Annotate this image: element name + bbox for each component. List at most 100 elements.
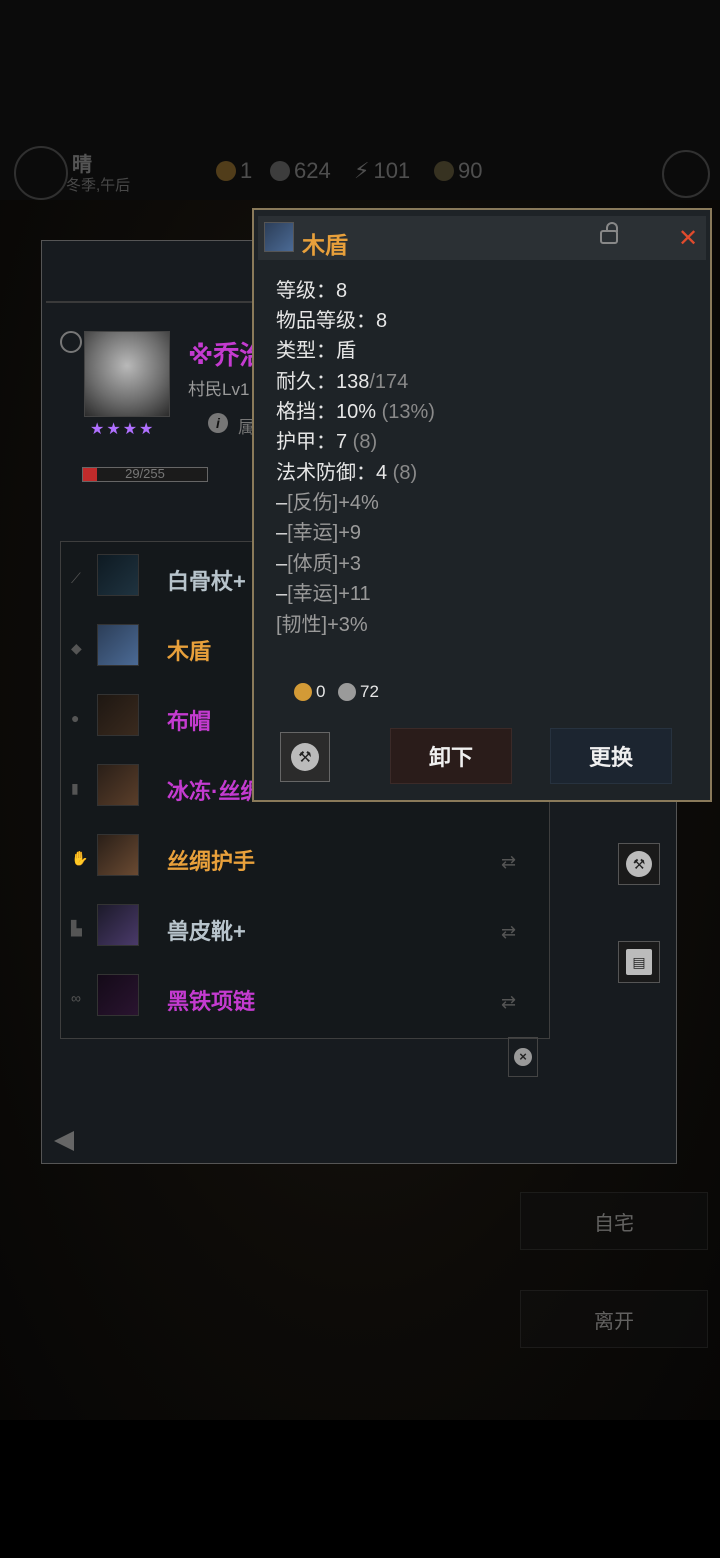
- hat-item-icon: [97, 694, 139, 736]
- season-time-label: 冬季,午后: [66, 177, 131, 194]
- wrench-icon: ⚒: [626, 851, 652, 877]
- equipment-name: 木盾: [167, 639, 212, 664]
- armor-slot-icon: ▮: [71, 780, 79, 796]
- food-amount: 90: [458, 158, 483, 183]
- necklace-item-icon: [97, 974, 139, 1016]
- equipment-name: 丝绸护手: [167, 849, 256, 874]
- repair-button[interactable]: ⚒: [618, 843, 660, 885]
- armor-item-icon: [97, 764, 139, 806]
- stat-label: 法术防御：: [276, 462, 376, 484]
- gold-coin-icon: [294, 683, 312, 701]
- character-stars: ★★★★: [90, 421, 156, 438]
- boots-slot-icon: ▙: [71, 920, 82, 936]
- boots-item-icon: [97, 904, 139, 946]
- stat-line: 等级：8: [276, 274, 347, 303]
- refresh-icon[interactable]: [60, 331, 82, 353]
- stat-line: 格挡：10% (13%): [276, 395, 435, 424]
- lightning-icon: ⚡: [354, 158, 370, 183]
- equipment-row[interactable]: ∞ 黑铁项链 ⇄: [61, 968, 549, 1028]
- stat-value: 10%: [336, 401, 377, 423]
- gloves-item-icon: [97, 834, 139, 876]
- game-screen: 晴 冬季,午后 1 624 ⚡ 101 90 自宅 离开 ★★★★ ※乔治 村民…: [0, 0, 720, 1558]
- stat-line: 物品等级：8: [276, 304, 387, 333]
- stat-value: 4: [376, 462, 388, 484]
- stat-value: 7: [336, 431, 348, 453]
- replace-button[interactable]: 更换: [550, 728, 672, 784]
- equipment-row[interactable]: ✋ 丝绸护手 ⇄: [61, 828, 549, 888]
- affix-line: –[幸运]+11: [276, 583, 371, 605]
- swap-icon[interactable]: ⇄: [501, 992, 516, 1013]
- stat-suffix: (13%): [376, 401, 435, 423]
- stat-line: 法术防御：4 (8): [276, 456, 417, 485]
- hp-text: 29/255: [125, 466, 165, 481]
- close-list-button[interactable]: ×: [508, 1037, 538, 1077]
- tooltip-header: 木盾 ✕: [258, 216, 706, 260]
- silver-amount: 624: [294, 158, 331, 183]
- shield-item-icon: [97, 624, 139, 666]
- gold-cost-value: 0: [316, 682, 326, 701]
- stat-label: 物品等级：: [276, 310, 376, 332]
- stat-line: 耐久：138/174: [276, 365, 408, 394]
- swap-icon[interactable]: ⇄: [501, 922, 516, 943]
- character-portrait[interactable]: [84, 331, 170, 417]
- shield-item-icon: [264, 222, 294, 252]
- character-level: 村民Lv1: [188, 380, 250, 399]
- stat-label: 耐久：: [276, 371, 336, 393]
- repair-button[interactable]: ⚒: [280, 732, 330, 782]
- energy-amount: 101: [373, 158, 411, 183]
- tooltip-title: 木盾: [302, 232, 348, 258]
- equipment-name: 白骨杖+: [167, 569, 246, 594]
- silver-coin-icon: [338, 683, 356, 701]
- stat-value: 盾: [336, 340, 356, 362]
- stat-label: 格挡：: [276, 401, 336, 423]
- silver-cost: 72: [338, 682, 379, 702]
- equipment-name: 兽皮靴+: [167, 919, 246, 944]
- stat-suffix: (8): [387, 462, 418, 484]
- equipment-name: 布帽: [167, 709, 212, 734]
- energy-resource: ⚡ 101: [354, 158, 410, 184]
- stat-line: 类型：盾: [276, 334, 356, 363]
- copy-button[interactable]: ▤: [618, 941, 660, 983]
- wrench-icon: ⚒: [291, 743, 319, 771]
- weather-icon[interactable]: [14, 146, 68, 200]
- food-icon: [434, 161, 454, 181]
- close-icon: ×: [514, 1048, 532, 1066]
- affix-line: –[体质]+3: [276, 553, 362, 575]
- gloves-slot-icon: ✋: [71, 850, 89, 866]
- shield-slot-icon: ◆: [71, 640, 82, 656]
- stat-value: 8: [376, 310, 388, 332]
- food-resource: 90: [434, 158, 482, 184]
- item-tooltip: 木盾 ✕ 等级：8 物品等级：8 类型：盾 耐久：138/174 格挡：10% …: [252, 208, 712, 802]
- stat-suffix: /174: [369, 371, 409, 393]
- staff-item-icon: [97, 554, 139, 596]
- silver-resource: 624: [270, 158, 331, 184]
- stat-label: 护甲：: [276, 431, 336, 453]
- stat-line: 护甲：7 (8): [276, 425, 377, 454]
- silver-coin-icon: [270, 161, 290, 181]
- stat-label: 等级：: [276, 280, 336, 302]
- gold-coin-icon: [216, 161, 236, 181]
- info-icon[interactable]: i: [208, 413, 228, 433]
- weapon-slot-icon: ⟋: [71, 570, 81, 586]
- bottom-background: [0, 1420, 720, 1558]
- affix-line: –[反伤]+4%: [276, 492, 379, 514]
- leave-button[interactable]: 离开: [520, 1290, 708, 1348]
- gold-resource: 1: [216, 158, 252, 184]
- weather-label: 晴: [72, 154, 92, 176]
- lock-icon[interactable]: [600, 222, 618, 244]
- stat-value: 8: [336, 280, 348, 302]
- equipment-name: 黑铁项链: [167, 989, 256, 1014]
- status-bar: 晴 冬季,午后 1 624 ⚡ 101 90: [10, 140, 710, 204]
- equipment-row[interactable]: ▙ 兽皮靴+ ⇄: [61, 898, 549, 958]
- profile-icon[interactable]: [662, 150, 710, 198]
- stat-suffix: (8): [347, 431, 378, 453]
- silver-cost-value: 72: [360, 682, 379, 701]
- affix-line: –[幸运]+9: [276, 522, 362, 544]
- helmet-slot-icon: ●: [71, 710, 80, 726]
- gold-amount: 1: [240, 158, 253, 183]
- unequip-button[interactable]: 卸下: [390, 728, 512, 784]
- home-button[interactable]: 自宅: [520, 1192, 708, 1250]
- close-icon[interactable]: ✕: [678, 224, 698, 253]
- back-arrow-icon[interactable]: [54, 1131, 74, 1151]
- swap-icon[interactable]: ⇄: [501, 852, 516, 873]
